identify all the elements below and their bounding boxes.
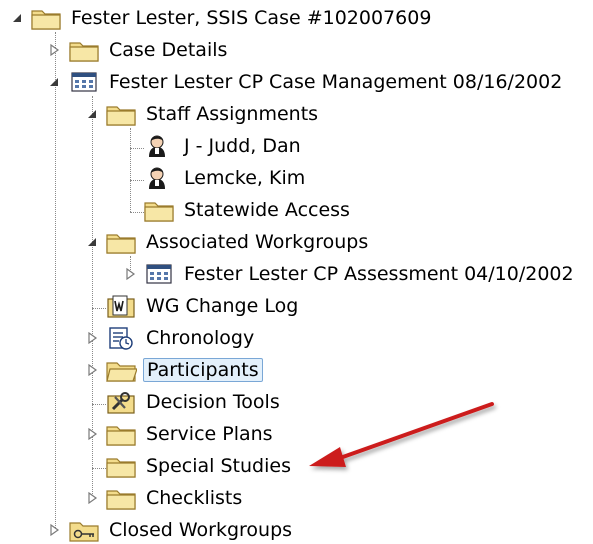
node-label: J - Judd, Dan (184, 135, 301, 157)
tree-line (130, 128, 131, 212)
folder-icon (30, 5, 62, 31)
tree-node-staff-assignments[interactable]: Staff Assignments (105, 100, 321, 128)
tree-node-staff-judd[interactable]: J - Judd, Dan (143, 132, 304, 160)
collapsed-triangle-icon[interactable] (85, 331, 99, 345)
node-label: Lemcke, Kim (184, 167, 306, 189)
tree-node-associated-workgroups[interactable]: Associated Workgroups (105, 228, 371, 256)
case-tree: Fester Lester, SSIS Case #102007609 Case… (0, 0, 593, 542)
chronology-icon (105, 325, 137, 351)
tree-line (130, 212, 144, 213)
tree-node-checklists[interactable]: Checklists (105, 484, 245, 512)
node-label: Associated Workgroups (146, 231, 369, 253)
folder-icon (105, 357, 137, 383)
node-label: Closed Workgroups (109, 519, 293, 541)
tree-node-wg-change-log[interactable]: WG Change Log (105, 292, 301, 320)
tree-node-case-details[interactable]: Case Details (68, 36, 230, 64)
expanded-triangle-icon[interactable] (10, 11, 24, 25)
notebook-icon (105, 293, 137, 319)
tree-line (92, 308, 106, 309)
tree-node-chronology[interactable]: Chronology (105, 324, 257, 352)
expanded-triangle-icon[interactable] (47, 75, 61, 89)
node-label: Chronology (146, 327, 255, 349)
node-label: Fester Lester CP Assessment 04/10/2002 (184, 263, 574, 285)
node-label: Fester Lester, SSIS Case #102007609 (71, 7, 432, 29)
folder-icon (68, 37, 100, 63)
tree-line (92, 404, 106, 405)
tree-node-statewide-access[interactable]: Statewide Access (143, 196, 353, 224)
node-label: Participants (143, 358, 263, 382)
tree-line (130, 180, 144, 181)
node-label: WG Change Log (146, 295, 299, 317)
tree-node-decision-tools[interactable]: Decision Tools (105, 388, 283, 416)
person-icon (143, 165, 175, 191)
node-label: Service Plans (146, 423, 273, 445)
collapsed-triangle-icon[interactable] (85, 491, 99, 505)
expanded-triangle-icon[interactable] (85, 235, 99, 249)
folder-icon (105, 421, 137, 447)
collapsed-triangle-icon[interactable] (85, 427, 99, 441)
collapsed-triangle-icon[interactable] (85, 363, 99, 377)
tree-node-staff-lemcke[interactable]: Lemcke, Kim (143, 164, 308, 192)
folder-icon (105, 229, 137, 255)
tree-node-root[interactable]: Fester Lester, SSIS Case #102007609 (30, 4, 434, 32)
tree-line (55, 32, 56, 530)
collapsed-triangle-icon[interactable] (47, 43, 61, 57)
node-label: Statewide Access (184, 199, 350, 221)
folder-icon (105, 101, 137, 127)
person-icon (143, 133, 175, 159)
folder-icon (105, 485, 137, 511)
folder-icon (143, 197, 175, 223)
key-folder-icon (68, 517, 100, 543)
tree-line (92, 468, 106, 469)
tree-node-service-plans[interactable]: Service Plans (105, 420, 276, 448)
tree-node-participants[interactable]: Participants (105, 356, 263, 384)
node-label: Decision Tools (146, 391, 280, 413)
node-label: Staff Assignments (146, 103, 319, 125)
node-label: Special Studies (146, 455, 291, 477)
tree-node-assessment[interactable]: Fester Lester CP Assessment 04/10/2002 (143, 260, 577, 288)
collapsed-triangle-icon[interactable] (47, 523, 61, 537)
node-label: Case Details (109, 39, 228, 61)
tree-node-closed-workgroups[interactable]: Closed Workgroups (68, 516, 295, 544)
case-grid-icon (68, 69, 100, 95)
tree-node-case-management[interactable]: Fester Lester CP Case Management 08/16/2… (68, 68, 565, 96)
decision-tools-icon (105, 389, 137, 415)
case-grid-icon (143, 261, 175, 287)
node-label: Fester Lester CP Case Management 08/16/2… (109, 71, 563, 93)
expanded-triangle-icon[interactable] (85, 107, 99, 121)
collapsed-triangle-icon[interactable] (123, 267, 137, 281)
tree-line (130, 148, 144, 149)
tree-node-special-studies[interactable]: Special Studies (105, 452, 294, 480)
folder-icon (105, 453, 137, 479)
node-label: Checklists (146, 487, 243, 509)
